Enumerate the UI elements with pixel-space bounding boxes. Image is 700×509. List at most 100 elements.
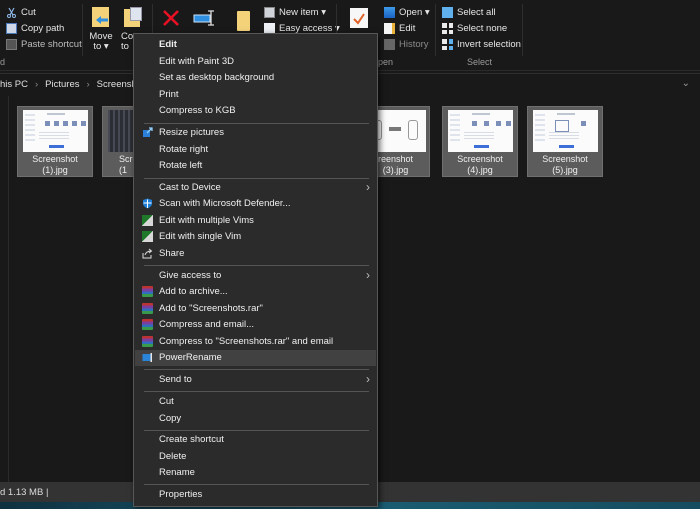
properties-check-icon — [353, 13, 365, 25]
select-all-icon — [442, 7, 453, 18]
menu-item-copy[interactable]: Copy — [135, 411, 376, 427]
edit-label: Edit — [399, 23, 416, 34]
invert-selection-icon — [442, 39, 453, 50]
menu-item-powerrename[interactable]: PowerRename — [135, 350, 376, 366]
move-to-icon — [91, 7, 111, 29]
delete-button[interactable] — [161, 8, 181, 31]
vim-icon — [142, 215, 153, 226]
menu-separator — [144, 265, 369, 266]
invert-selection-button[interactable]: Invert selection — [442, 37, 521, 52]
menu-item-rotate-right[interactable]: Rotate right — [135, 142, 376, 158]
menu-item-resize-pictures[interactable]: Resize pictures — [135, 125, 376, 141]
menu-item-cut[interactable]: Cut — [135, 394, 376, 410]
menu-item-compress-and-email[interactable]: Compress and email... — [135, 317, 376, 333]
properties-button[interactable] — [350, 8, 368, 28]
select-none-icon — [442, 23, 453, 34]
menu-item-edit-with-single-vim[interactable]: Edit with single Vim — [135, 229, 376, 245]
clipboard-group-label: d — [0, 57, 6, 67]
ribbon-divider — [435, 4, 436, 56]
menu-item-share[interactable]: Share — [135, 246, 376, 262]
new-item-label: New item ▾ — [279, 7, 326, 18]
delete-x-icon — [163, 10, 179, 26]
invert-selection-label: Invert selection — [457, 39, 521, 50]
menu-item-rotate-left[interactable]: Rotate left — [135, 158, 376, 174]
menu-separator — [144, 123, 369, 124]
open-label: Open ▾ — [399, 7, 430, 18]
menu-item-edit-with-paint-3d[interactable]: Edit with Paint 3D — [135, 54, 376, 70]
new-folder-button[interactable] — [237, 9, 251, 31]
copy-to-icon — [124, 7, 144, 29]
select-all-label: Select all — [457, 7, 496, 18]
breadcrumb-pictures[interactable]: Pictures — [45, 79, 79, 90]
paste-shortcut-button[interactable]: Paste shortcut — [6, 37, 82, 52]
menu-item-print[interactable]: Print — [135, 87, 376, 103]
menu-separator — [144, 369, 369, 370]
winrar-icon — [142, 303, 153, 314]
menu-item-scan-with-defender[interactable]: Scan with Microsoft Defender... — [135, 196, 376, 212]
open-button[interactable]: Open ▾ — [384, 5, 430, 20]
open-image-icon — [384, 7, 395, 18]
breadcrumb-separator: › — [34, 79, 39, 90]
menu-item-rename[interactable]: Rename — [135, 465, 376, 481]
file-name: Screenshot (4).jpg — [457, 154, 503, 175]
winrar-icon — [142, 319, 153, 330]
menu-separator — [144, 484, 369, 485]
move-to-button[interactable]: Move to ▾ — [88, 7, 114, 52]
file-thumbnail — [533, 110, 598, 152]
copy-path-button[interactable]: Copy path — [6, 21, 64, 36]
submenu-arrow-icon: › — [366, 180, 370, 194]
menu-item-edit-with-multiple-vims[interactable]: Edit with multiple Vims — [135, 213, 376, 229]
file-name: Screenshot (5).jpg — [542, 154, 588, 175]
file-thumbnail — [23, 110, 88, 152]
navigation-pane-divider[interactable] — [8, 96, 9, 482]
breadcrumb: his PC › Pictures › Screensho — [0, 79, 142, 90]
menu-item-create-shortcut[interactable]: Create shortcut — [135, 432, 376, 448]
address-dropdown-chevron-icon[interactable]: ⌄ — [682, 78, 690, 89]
edit-pencil-icon — [384, 23, 395, 34]
copy-path-icon — [6, 23, 17, 34]
history-button[interactable]: History — [384, 37, 429, 52]
select-none-button[interactable]: Select none — [442, 21, 507, 36]
menu-item-cast-to-device[interactable]: Cast to Device › — [135, 180, 376, 196]
paste-shortcut-label: Paste shortcut — [21, 39, 82, 50]
menu-item-compress-to-kgb[interactable]: Compress to KGB — [135, 103, 376, 119]
select-all-button[interactable]: Select all — [442, 5, 496, 20]
file-thumbnail — [448, 110, 513, 152]
menu-item-properties[interactable]: Properties — [135, 487, 376, 503]
cut-button[interactable]: Cut — [6, 5, 36, 20]
menu-item-add-to-archive[interactable]: Add to archive... — [135, 284, 376, 300]
file-name: Screenshot (1).jpg — [32, 154, 78, 175]
new-item-icon — [264, 7, 275, 18]
rename-button[interactable] — [193, 8, 217, 31]
file-tile[interactable]: Screenshot (5).jpg — [527, 106, 603, 177]
menu-item-send-to[interactable]: Send to › — [135, 372, 376, 388]
new-folder-icon — [237, 11, 250, 31]
history-label: History — [399, 39, 429, 50]
menu-item-edit[interactable]: Edit — [135, 37, 376, 53]
copy-path-label: Copy path — [21, 23, 65, 34]
breadcrumb-this-pc[interactable]: his PC — [0, 79, 28, 90]
menu-item-compress-to-rar-and-email[interactable]: Compress to "Screenshots.rar" and email — [135, 334, 376, 350]
vim-icon — [142, 231, 153, 242]
new-item-button[interactable]: New item ▾ — [264, 5, 326, 20]
paste-shortcut-icon — [6, 39, 17, 50]
file-tile[interactable]: Screenshot (1).jpg — [17, 106, 93, 177]
select-group-label: Select — [467, 57, 493, 67]
ribbon-divider — [82, 4, 83, 56]
submenu-arrow-icon: › — [366, 372, 370, 386]
file-tile[interactable]: Screenshot (4).jpg — [442, 106, 518, 177]
menu-item-delete[interactable]: Delete — [135, 449, 376, 465]
cut-label: Cut — [21, 7, 36, 18]
menu-item-add-to-screenshots-rar[interactable]: Add to "Screenshots.rar" — [135, 301, 376, 317]
move-to-dropdown: to ▾ — [93, 41, 109, 52]
select-none-label: Select none — [457, 23, 508, 34]
powerrename-icon — [142, 352, 153, 363]
open-group-label: pen — [378, 57, 394, 67]
menu-separator — [144, 178, 369, 179]
rename-icon — [193, 10, 214, 26]
menu-item-give-access-to[interactable]: Give access to › — [135, 268, 376, 284]
winrar-icon — [142, 336, 153, 347]
menu-separator — [144, 430, 369, 431]
edit-button[interactable]: Edit — [384, 21, 415, 36]
menu-item-set-as-desktop-background[interactable]: Set as desktop background — [135, 70, 376, 86]
